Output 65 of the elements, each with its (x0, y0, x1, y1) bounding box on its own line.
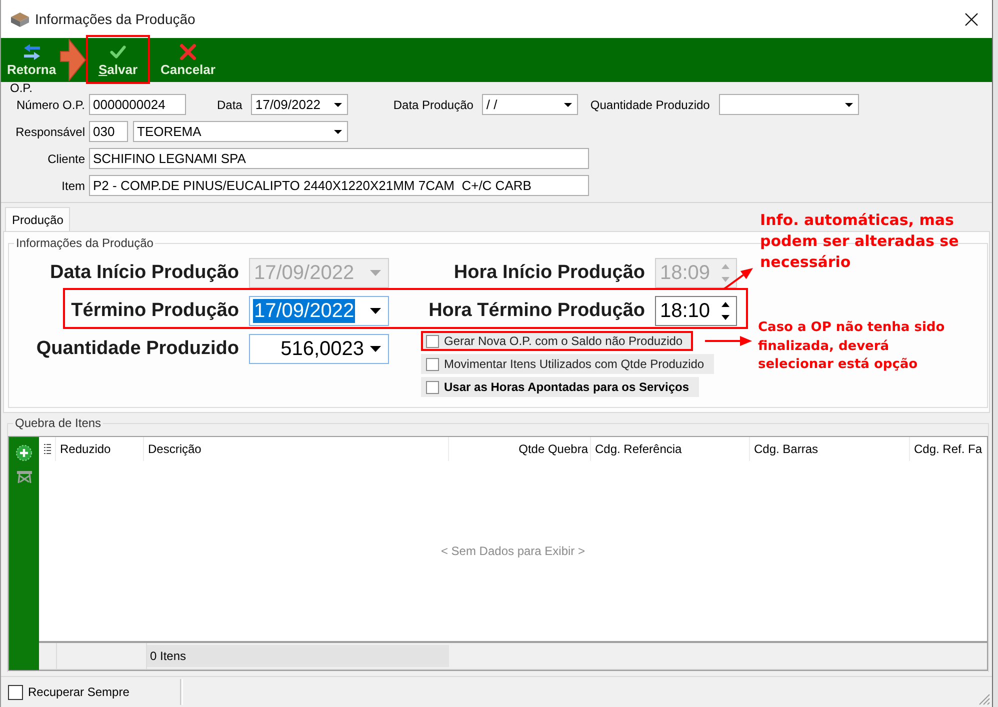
annotation-text: Caso a OP não tenha sido finalizada, deverá selecionar está opção (758, 319, 945, 374)
tab[interactable]: Produção (5, 207, 70, 231)
field-label: Cliente (46, 152, 85, 166)
check-icon (110, 44, 126, 60)
field-label: Quantidade Produzido (590, 98, 710, 112)
time-field[interactable]: 18:10 (655, 296, 737, 326)
column-header[interactable]: Cdg. Barras (750, 437, 910, 461)
group-label: Informações da Produção (15, 236, 154, 250)
field-label: Responsável (14, 124, 85, 138)
field-label: Data Produção (393, 98, 474, 112)
field-label: Término Produção (71, 299, 239, 323)
dropdown-arrow-icon[interactable] (334, 130, 342, 134)
checkbox[interactable] (426, 358, 439, 370)
spin-arrows-icon[interactable] (721, 301, 730, 321)
annotation-text: Info. automáticas, mas podem ser alteradas se necessário (760, 210, 959, 273)
checkbox[interactable] (426, 334, 439, 348)
empty-message: < Sem Dados para Exibir > (440, 544, 586, 558)
text-field[interactable]: SCHIFINO LEGNAMI SPA (89, 148, 589, 169)
group-label: O.P. (10, 83, 34, 94)
column-header[interactable]: Cdg. Referência (591, 437, 750, 461)
dropdown-arrow-icon[interactable] (844, 102, 853, 106)
combo-box[interactable]: TEOREMA (133, 121, 348, 142)
dropdown-arrow-icon[interactable] (564, 102, 572, 106)
field-label: Data Início Produção (50, 261, 239, 285)
column-header[interactable]: Descrição (144, 437, 449, 461)
text-field[interactable]: 0000000024 (89, 94, 186, 115)
toolbar-button[interactable]: Retorna (3, 38, 60, 82)
field-label: Hora Término Produção (428, 299, 645, 323)
resize-grip-icon[interactable] (979, 694, 990, 705)
item-count: 0 Itens (147, 645, 449, 667)
checkbox-option[interactable]: Movimentar Itens Utilizados com Qtde Produzido (421, 354, 714, 374)
date-field[interactable]: 17/09/2022 (249, 296, 389, 326)
dropdown-arrow-icon[interactable] (370, 308, 381, 314)
column-header[interactable]: Cdg. Ref. Fa (910, 437, 987, 461)
plus-icon[interactable] (16, 445, 32, 461)
field-label: Item (60, 178, 85, 192)
checkbox-option[interactable]: Gerar Nova O.P. com o Saldo não Produzido (421, 331, 693, 351)
date-field[interactable]: 17/09/2022 (251, 94, 348, 115)
window-title: Informações da Produção (35, 11, 196, 27)
list-icon[interactable] (44, 444, 50, 454)
field-label: Hora Início Produção (454, 261, 645, 285)
dropdown-arrow-icon[interactable] (370, 346, 381, 352)
dropdown-arrow-icon[interactable] (334, 102, 342, 106)
box-icon (10, 10, 30, 28)
checkbox[interactable] (426, 380, 439, 394)
number-field[interactable]: 516,0023 (249, 334, 389, 364)
swap-arrows-icon (24, 44, 40, 60)
checkbox-option[interactable]: Recuperar Sempre (8, 684, 180, 700)
cancel-icon (180, 44, 196, 60)
group-label: Quebra de Itens (14, 416, 102, 430)
toolbar-button[interactable]: Salvar (86, 35, 150, 84)
field-label: Data (217, 98, 242, 112)
checkbox-option[interactable]: Usar as Horas Apontadas para os Serviços (421, 377, 699, 397)
column-header[interactable]: Reduzido (56, 437, 144, 461)
text-field[interactable]: P2 - COMP.DE PINUS/EUCALIPTO 2440X1220X21MM 7CAM C+/C CARB (89, 175, 589, 196)
annotation-arrow (704, 335, 754, 347)
field-label: Número O.P. (16, 98, 85, 112)
checkbox[interactable] (8, 684, 23, 700)
pointer-arrow (60, 39, 86, 81)
close-icon[interactable] (965, 12, 978, 26)
date-field[interactable]: / / (482, 94, 578, 115)
field-label: Quantidade Produzido (36, 337, 239, 361)
text-field[interactable]: 030 (89, 121, 128, 142)
toolbar-button[interactable]: Cancelar (155, 38, 221, 82)
column-header[interactable]: Qtde Quebra (449, 437, 591, 461)
